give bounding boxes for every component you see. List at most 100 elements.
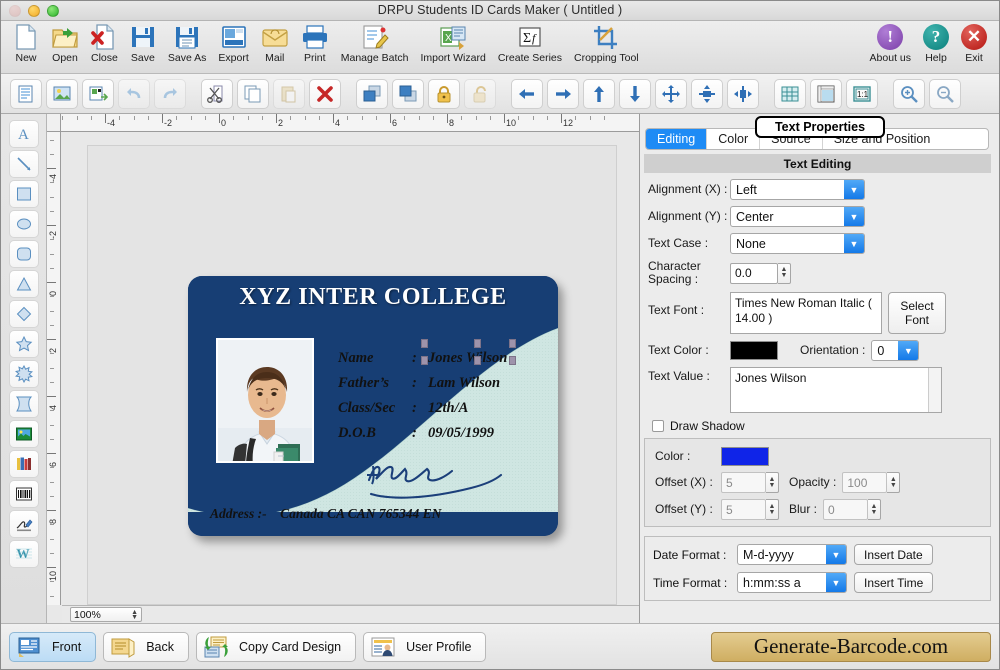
draw-shadow-checkbox[interactable] [652,420,664,432]
shadow-opacity-stepper[interactable]: ▲ ▼ [887,472,901,493]
id-card[interactable]: XYZ INTER COLLEGE Name: Jones Wilson Fa… [188,276,558,536]
time-format-select[interactable]: h:mm:ss a ▼ [737,572,847,593]
card-field-row[interactable]: Father’s : Lam Wilson [338,375,553,400]
toolbar-button-create-series[interactable]: Σf Create Series [492,21,568,64]
signature-image[interactable] [363,454,513,504]
grid-icon[interactable] [774,78,806,109]
text-value-textarea[interactable]: Jones Wilson [730,367,942,413]
textarea-scrollbar[interactable] [928,368,941,412]
shadow-color-swatch[interactable] [721,447,769,466]
watermark-tool-icon[interactable]: W [8,540,39,568]
text-tool-icon[interactable]: A [8,120,39,148]
alignment-x-select[interactable]: Left ▼ [730,179,865,200]
barcode-tool-icon[interactable] [8,480,39,508]
lock-icon[interactable] [428,78,460,109]
selection-handle-bc[interactable] [474,356,481,365]
toolbar-button-mail[interactable]: Mail [255,21,295,64]
four-point-star-tool-icon[interactable] [8,390,39,418]
zoom-in-icon[interactable] [893,78,925,109]
chevron-down-icon[interactable]: ▼ [844,234,864,253]
selection-handle-tl[interactable] [421,339,428,348]
starburst-tool-icon[interactable] [8,360,39,388]
bring-to-front-icon[interactable] [356,78,388,109]
selection-handle-tc[interactable] [474,339,481,348]
insert-object-icon[interactable] [82,78,114,109]
paste-icon[interactable] [273,78,305,109]
chevron-down-icon[interactable]: ▼ [826,573,846,592]
field-value[interactable]: Lam Wilson [428,375,500,392]
tab-editing[interactable]: Editing [646,129,708,149]
delete-icon[interactable] [309,78,341,109]
send-to-back-icon[interactable] [392,78,424,109]
toolbar-button-exit[interactable]: ✕ Exit [955,21,993,64]
select-font-button[interactable]: Select Font [888,292,946,334]
toolbar-button-close[interactable]: Close [85,21,124,64]
character-spacing-input[interactable]: 0.0 [730,262,778,284]
unlock-icon[interactable] [464,78,496,109]
redo-icon[interactable] [154,78,186,109]
triangle-tool-icon[interactable] [8,270,39,298]
toolbar-button-open[interactable]: Open [45,21,85,64]
chevron-down-icon[interactable]: ▼ [844,207,864,226]
selection-handle-br[interactable] [509,356,517,365]
card-field-row[interactable]: Class/Sec : 12th/A [338,400,553,425]
stepper-arrows-icon[interactable]: ▲ ▼ [131,609,138,621]
card-field-row[interactable]: Name : Jones Wilson [338,339,553,375]
zoom-level-stepper[interactable]: 100% ▲ ▼ [70,607,142,622]
barcode-books-tool-icon[interactable] [8,450,39,478]
align-right-icon[interactable] [547,78,579,109]
image-tool-icon[interactable] [8,420,39,448]
footer-button-user-profile[interactable]: User Profile [363,631,487,662]
toolbar-button-new[interactable]: New [7,21,45,64]
undo-icon[interactable] [118,78,150,109]
toolbar-button-about-us[interactable]: ! About us [864,21,917,64]
shadow-opacity-input[interactable]: 100 [842,472,888,493]
artboard-scroll[interactable]: XYZ INTER COLLEGE Name: Jones Wilson Fa… [62,133,639,605]
shadow-offset-y-input[interactable]: 5 [721,499,766,520]
center-vertical-icon[interactable] [727,78,759,109]
toolbar-button-export[interactable]: Export [212,21,254,64]
actual-size-icon[interactable]: 1:1 [846,78,878,109]
card-field-row[interactable]: D.O.B : 09/05/1999 [338,425,553,450]
chevron-down-icon[interactable]: ▼ [898,341,919,360]
ellipse-tool-icon[interactable] [8,210,39,238]
center-both-icon[interactable] [655,78,687,109]
card-page[interactable]: XYZ INTER COLLEGE Name: Jones Wilson Fa… [87,145,617,605]
character-spacing-stepper[interactable]: ▲ ▼ [778,262,791,284]
zoom-out-icon[interactable] [929,78,961,109]
field-value-selected[interactable]: Jones Wilson [421,339,517,367]
orientation-select[interactable]: 0 ▼ [871,340,920,361]
field-value[interactable]: 09/05/1999 [428,425,494,442]
star-tool-icon[interactable] [8,330,39,358]
signature-tool-icon[interactable] [8,510,39,538]
toolbar-button-cropping-tool[interactable]: Cropping Tool [568,21,645,64]
shadow-blur-input[interactable]: 0 [823,499,869,520]
text-case-select[interactable]: None ▼ [730,233,865,254]
diamond-tool-icon[interactable] [8,300,39,328]
rounded-rectangle-tool-icon[interactable] [8,240,39,268]
chevron-down-icon[interactable]: ▼ [844,180,864,199]
cut-icon[interactable] [201,78,233,109]
toolbar-button-save[interactable]: Save [124,21,162,64]
shadow-blur-stepper[interactable]: ▲ ▼ [868,499,882,520]
selection-handle-tr[interactable] [509,339,517,348]
insert-date-button[interactable]: Insert Date [854,544,933,565]
toolbar-button-print[interactable]: Print [295,21,335,64]
alignment-y-select[interactable]: Center ▼ [730,206,865,227]
shadow-offset-x-input[interactable]: 5 [721,472,766,493]
toolbar-button-manage-batch[interactable]: Manage Batch [335,21,415,64]
field-value[interactable]: 12th/A [428,400,468,417]
toolbar-button-save-as[interactable]: Save As [162,21,213,64]
line-tool-icon[interactable] [8,150,39,178]
draw-shadow-row[interactable]: Draw Shadow [652,419,989,433]
center-horizontal-icon[interactable] [691,78,723,109]
copy-icon[interactable] [237,78,269,109]
align-bottom-icon[interactable] [619,78,651,109]
text-color-swatch[interactable] [730,341,778,360]
footer-button-back[interactable]: Back [103,631,189,662]
insert-time-button[interactable]: Insert Time [854,572,934,593]
text-font-value[interactable]: Times New Roman Italic ( 14.00 ) [730,292,882,334]
selection-handle-bl[interactable] [421,356,428,365]
shadow-offset-x-stepper[interactable]: ▲ ▼ [766,472,779,493]
toolbar-button-import-wizard[interactable]: X Import Wizard [414,21,491,64]
